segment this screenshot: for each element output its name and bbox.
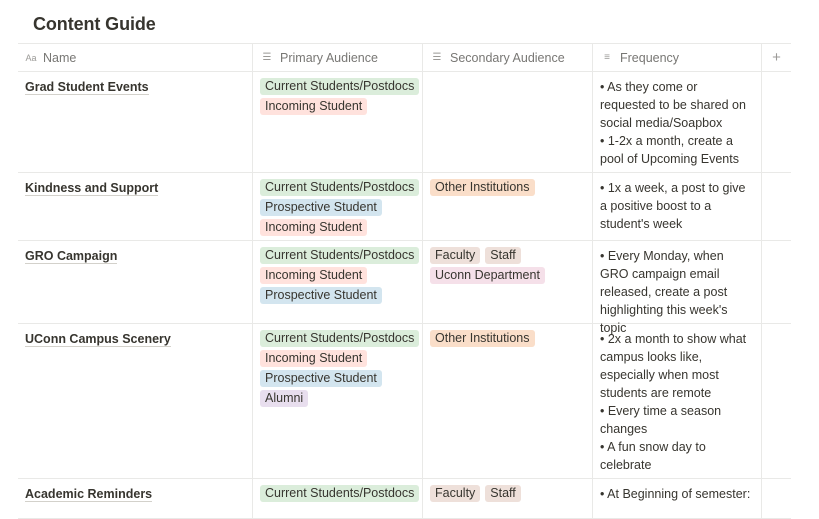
- cell-secondary-audience[interactable]: Other Institutions: [423, 173, 593, 240]
- tag-list: Current Students/Postdocs Incoming Studen…: [260, 247, 420, 304]
- text-lines-icon: ≡: [604, 52, 610, 63]
- frequency-line: • 1x a week, a post to give a positive b…: [600, 181, 746, 231]
- plus-icon: +: [772, 49, 781, 66]
- frequency-line: • 2x a month to show what campus looks l…: [600, 332, 747, 400]
- cell-primary-audience[interactable]: Current Students/Postdocs: [253, 479, 423, 518]
- cell-frequency[interactable]: • 2x a month to show what campus looks l…: [593, 324, 762, 478]
- cell-secondary-audience[interactable]: Other Institutions: [423, 324, 593, 478]
- audience-tag: Incoming Student: [260, 350, 368, 367]
- table-row[interactable]: Grad Student Events Current Students/Post…: [18, 72, 791, 173]
- frequency-text: • At Beginning of semester:: [600, 485, 754, 503]
- row-title[interactable]: GRO Campaign: [25, 249, 118, 264]
- tag-list: Current Students/Postdocs Incoming Studen…: [260, 330, 420, 407]
- cell-empty: [762, 241, 791, 323]
- cell-primary-audience[interactable]: Current Students/Postdocs Prospective Stu…: [253, 173, 423, 240]
- audience-tag: Uconn Department: [430, 267, 545, 284]
- audience-tag: Alumni: [260, 390, 309, 407]
- cell-secondary-audience[interactable]: Faculty Staff: [423, 479, 593, 518]
- cell-name[interactable]: GRO Campaign: [18, 241, 253, 323]
- frequency-line: • At Beginning of semester:: [600, 487, 751, 501]
- row-title[interactable]: Kindness and Support: [25, 181, 159, 196]
- cell-frequency[interactable]: • At Beginning of semester:: [593, 479, 762, 518]
- column-header-name[interactable]: Aa Name: [18, 44, 253, 71]
- tag-list: Current Students/Postdocs Incoming Studen…: [260, 78, 420, 115]
- cell-primary-audience[interactable]: Current Students/Postdocs Incoming Studen…: [253, 72, 423, 172]
- audience-tag: Prospective Student: [260, 370, 382, 387]
- frequency-text: • 1x a week, a post to give a positive b…: [600, 179, 754, 233]
- frequency-line: • Every time a season changes: [600, 404, 722, 436]
- table-row[interactable]: Academic Reminders Current Students/Postd…: [18, 479, 791, 519]
- tag-list: Current Students/Postdocs Prospective Stu…: [260, 179, 420, 236]
- audience-tag: Prospective Student: [260, 287, 382, 304]
- cell-frequency[interactable]: • Every Monday, when GRO campaign email …: [593, 241, 762, 335]
- text-property-icon: Aa: [25, 52, 37, 63]
- column-header-secondary-audience[interactable]: ☰ Secondary Audience: [423, 44, 593, 71]
- cell-frequency[interactable]: • As they come or requested to be shared…: [593, 72, 762, 172]
- cell-primary-audience[interactable]: Current Students/Postdocs Incoming Studen…: [253, 324, 423, 478]
- cell-name[interactable]: Grad Student Events: [18, 72, 253, 172]
- tag-list: Other Institutions: [430, 179, 585, 196]
- row-title[interactable]: Grad Student Events: [25, 80, 149, 95]
- audience-tag: Staff: [485, 485, 521, 502]
- audience-tag: Incoming Student: [260, 267, 368, 284]
- cell-empty: [762, 72, 791, 172]
- frequency-text: • As they come or requested to be shared…: [600, 78, 754, 168]
- multi-select-icon: ☰: [432, 52, 442, 63]
- cell-empty: [762, 173, 791, 240]
- cell-primary-audience[interactable]: Current Students/Postdocs Incoming Studen…: [253, 241, 423, 323]
- audience-tag: Current Students/Postdocs: [260, 330, 420, 347]
- cell-empty: [762, 479, 791, 518]
- column-header-label: Frequency: [620, 50, 680, 65]
- audience-tag: Faculty: [430, 485, 481, 502]
- audience-tag: Incoming Student: [260, 98, 368, 115]
- row-title[interactable]: Academic Reminders: [25, 487, 153, 502]
- cell-frequency[interactable]: • 1x a week, a post to give a positive b…: [593, 173, 762, 240]
- audience-tag: Current Students/Postdocs: [260, 485, 420, 502]
- audience-tag: Other Institutions: [430, 179, 535, 196]
- column-header-label: Primary Audience: [280, 50, 378, 65]
- tag-list: Current Students/Postdocs: [260, 485, 420, 502]
- table-row[interactable]: Kindness and Support Current Students/Pos…: [18, 173, 791, 241]
- audience-tag: Faculty: [430, 247, 481, 264]
- tag-list: Other Institutions: [430, 330, 585, 347]
- frequency-line: • 1-2x a month, create a pool of Upcomin…: [600, 134, 739, 166]
- audience-tag: Current Students/Postdocs: [260, 179, 420, 196]
- tag-list: Faculty Staff Uconn Department: [430, 247, 585, 284]
- column-header-label: Secondary Audience: [450, 50, 565, 65]
- table-row[interactable]: UConn Campus Scenery Current Students/Pos…: [18, 324, 791, 479]
- table-row[interactable]: GRO Campaign Current Students/Postdocs Inc…: [18, 241, 791, 335]
- frequency-line: • A fun snow day to celebrate: [600, 440, 706, 472]
- audience-tag: Incoming Student: [260, 219, 368, 236]
- add-column-button[interactable]: +: [762, 44, 791, 71]
- row-title[interactable]: UConn Campus Scenery: [25, 332, 171, 347]
- cell-name[interactable]: Academic Reminders: [18, 479, 253, 518]
- frequency-line: • As they come or requested to be shared…: [600, 80, 746, 130]
- audience-tag: Prospective Student: [260, 199, 382, 216]
- audience-tag: Other Institutions: [430, 330, 535, 347]
- cell-secondary-audience[interactable]: [423, 72, 593, 172]
- column-header-primary-audience[interactable]: ☰ Primary Audience: [253, 44, 423, 71]
- page-title: Content Guide: [33, 14, 156, 34]
- table-header: Aa Name ☰ Primary Audience ☰ Secondary A…: [18, 43, 791, 72]
- frequency-text: • 2x a month to show what campus looks l…: [600, 330, 754, 474]
- cell-secondary-audience[interactable]: Faculty Staff Uconn Department: [423, 241, 593, 323]
- audience-tag: Staff: [485, 247, 521, 264]
- database-table: Aa Name ☰ Primary Audience ☰ Secondary A…: [18, 43, 791, 519]
- cell-name[interactable]: UConn Campus Scenery: [18, 324, 253, 478]
- column-header-label: Name: [43, 50, 77, 65]
- cell-name[interactable]: Kindness and Support: [18, 173, 253, 240]
- column-header-frequency[interactable]: ≡ Frequency: [593, 44, 762, 71]
- tag-list: Faculty Staff: [430, 485, 585, 502]
- cell-empty: [762, 324, 791, 478]
- audience-tag: Current Students/Postdocs: [260, 78, 420, 95]
- multi-select-icon: ☰: [262, 52, 272, 63]
- table-body: Grad Student Events Current Students/Post…: [18, 72, 791, 519]
- audience-tag: Current Students/Postdocs: [260, 247, 420, 264]
